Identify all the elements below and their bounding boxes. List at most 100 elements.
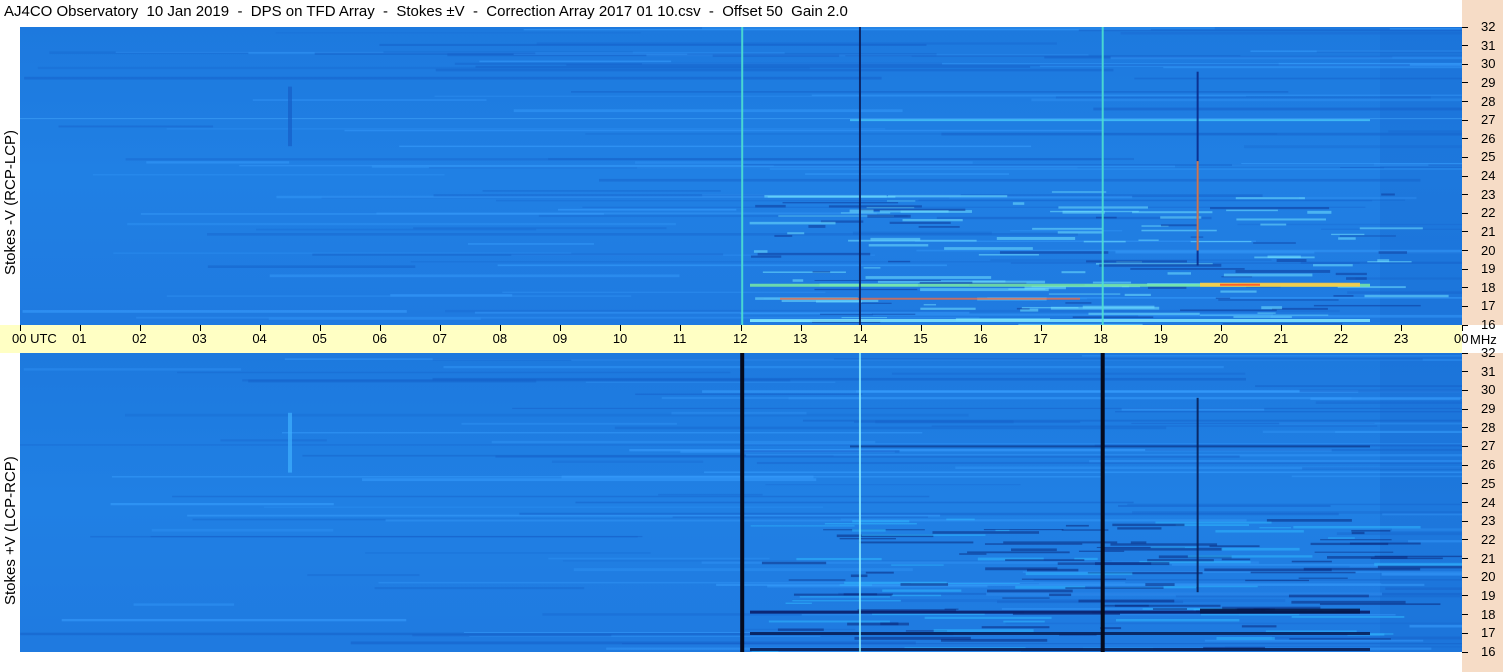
spectrogram-texture [1061,271,1086,274]
spectrogram-texture [1359,227,1423,230]
spectrogram-texture [1299,196,1417,200]
spectrogram-background [20,27,1462,325]
freq-tick-label: 26 [1481,457,1496,473]
spectrogram-texture [824,523,917,525]
spectrogram-texture [1215,530,1304,533]
spectrogram-background [1380,27,1462,325]
spectrogram-texture [750,525,855,527]
spectrogram-texture [767,195,896,198]
spectrogram-texture [1003,620,1045,623]
spectrogram-texture [61,618,407,622]
spectrogram-texture [1338,237,1356,240]
spectrogram-texture [1199,314,1329,316]
spectrogram-texture [1316,50,1462,53]
freq-tick [1462,371,1468,373]
spectrogram-texture [614,426,1167,430]
freq-tick-label: 29 [1481,74,1496,90]
spectrogram-texture [585,381,836,384]
spectrogram-texture [1065,587,1164,589]
spectrogram-texture [808,224,826,228]
spectrogram-texture [1003,541,1118,544]
spectrogram-texture [848,239,977,242]
spectrogram-texture [502,291,826,293]
spectrogram-texture [1072,316,1154,318]
spectrogram-texture [792,599,901,602]
spectrogram-texture [1339,235,1396,237]
spectrogram-texture [1051,191,1107,193]
vertical-feature [858,353,861,652]
spectrogram-texture [1409,624,1462,628]
spectrogram-texture [1215,297,1231,299]
spectrogram-texture [23,368,242,371]
spectrogram-texture [1381,572,1462,576]
spectrogram-texture [1220,290,1257,293]
spectrogram-texture [557,208,737,211]
spectrogram-texture [1254,256,1315,259]
spectrogram-texture [796,557,882,561]
spectrogram-texture [1026,568,1079,572]
spectrogram-texture [1127,503,1462,506]
spectrogram-texture [22,310,407,313]
spectrogram-texture [281,432,923,434]
spectrogram-texture [1233,316,1292,318]
freq-tick-label: 17 [1481,625,1496,641]
spectrogram-texture [761,561,827,565]
spectrogram-texture [207,265,416,268]
spectrogram-texture [374,587,585,590]
freq-tick-label: 21 [1481,223,1496,239]
spectrogram-texture [1250,571,1356,574]
freq-tick [1462,576,1468,578]
freq-tick-label: 31 [1481,363,1496,379]
freq-tick [1462,352,1468,354]
faint-feature [288,86,292,147]
time-tick-label: 18 [1093,331,1108,346]
freq-tick [1462,632,1468,634]
spectrogram-texture [782,202,899,204]
burst-band [1220,283,1260,286]
spectrogram-texture [151,528,334,532]
spectrogram-texture [1095,216,1117,219]
spectrogram-texture [1266,519,1352,522]
spectrogram-texture [220,439,327,442]
spectrogram-texture [749,221,836,225]
burst-band [850,445,1370,448]
spectrogram-texture [996,236,1076,240]
spectrogram-texture [849,209,874,213]
spectrogram-texture [1351,531,1365,535]
spectrogram-texture [671,411,807,415]
spectrogram-texture [972,280,1046,284]
spectrogram-texture [944,247,1033,250]
spectrogram-texture [1099,263,1222,267]
spectrogram-texture [839,538,896,540]
spectrogram-texture [1307,210,1332,214]
time-tick-label: 01 [72,331,87,346]
spectrogram-texture [275,32,641,34]
spectrogram-texture [467,243,594,245]
spectrogram-texture [110,502,334,506]
spectrogram-texture [1347,291,1462,294]
spectrogram-texture [814,279,941,281]
freq-tick [1462,464,1468,466]
spectrogram-texture [887,195,1008,198]
spectrogram-texture [891,372,1246,375]
freq-tick-label: 32 [1481,345,1496,360]
spectrogram-texture [1221,558,1251,561]
spectrogram-texture [1062,210,1105,214]
spectrogram-texture [548,557,770,560]
spectrogram-texture [863,267,881,269]
burst-band [20,118,1462,120]
freq-tick [1462,614,1468,616]
spectrogram-texture [1104,547,1223,551]
time-tick-label: 06 [372,331,387,346]
spectrogram-texture [1221,547,1300,551]
spectrogram-texture [1021,578,1126,580]
spectrogram-texture [792,279,804,282]
spectrogram-texture [788,579,846,581]
freq-tick [1462,305,1468,307]
spectrogram-texture [1092,281,1132,284]
spectrogram-texture [1261,306,1283,310]
spectrogram-texture [1291,615,1405,618]
spectrogram-texture [1117,527,1162,530]
spectrogram-texture [1315,401,1462,404]
spectrogram-texture [704,471,1462,474]
